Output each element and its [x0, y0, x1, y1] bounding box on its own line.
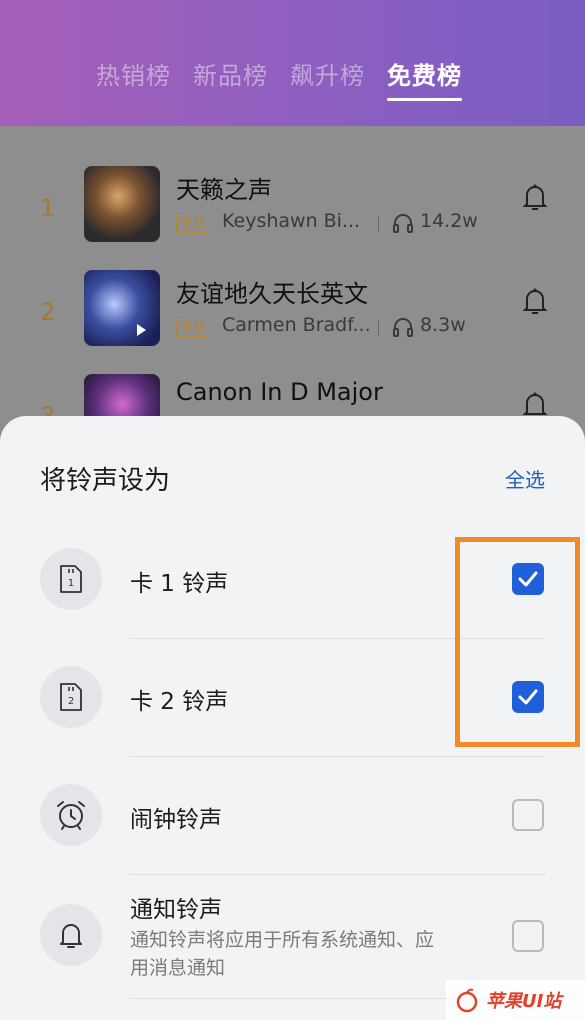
- headphones-icon: [393, 318, 413, 337]
- chart-tabs: 热销榜 新品榜 飙升榜 免费榜: [96, 56, 462, 101]
- tab-new[interactable]: 新品榜: [193, 56, 268, 101]
- set-ringtone-bell-icon[interactable]: [518, 284, 552, 318]
- set-ringtone-bell-icon[interactable]: [518, 180, 552, 214]
- alarm-checkbox[interactable]: [512, 799, 544, 831]
- artist-name: Carmen Bradf...: [222, 314, 371, 336]
- sheet-title: 将铃声设为: [40, 466, 171, 496]
- option-label: 闹钟铃声: [130, 807, 222, 833]
- album-cover: [84, 270, 160, 346]
- alarm-clock-glyph: [57, 801, 85, 830]
- play-count: 14.2w: [420, 210, 478, 232]
- artist-name: Keyshawn Bi...: [222, 210, 361, 232]
- sim-card-2-glyph: 2: [60, 683, 82, 711]
- headphones-icon: [393, 214, 413, 233]
- song-title: 友谊地久天长英文: [176, 280, 368, 308]
- bell-glyph: [60, 924, 82, 948]
- option-label: 通知铃声: [130, 897, 222, 923]
- song-row[interactable]: 1 天籁之声 免费 Keyshawn Bi... 14.2w: [0, 166, 585, 270]
- play-icon: [137, 324, 146, 336]
- free-badge: 免费: [176, 317, 211, 337]
- divider: [130, 756, 546, 757]
- tab-free[interactable]: 免费榜: [387, 56, 462, 101]
- rank-number: 1: [40, 194, 56, 222]
- song-title: Canon In D Major: [176, 378, 383, 406]
- sim-card-1-glyph: 1: [60, 565, 82, 593]
- sim-number: 1: [68, 578, 74, 589]
- option-description: 通知铃声将应用于所有系统通知、应用消息通知: [130, 929, 435, 979]
- chart-header: 热销榜 新品榜 飙升榜 免费榜: [0, 0, 585, 126]
- option-label: 卡 2 铃声: [130, 689, 229, 715]
- divider: [130, 874, 546, 875]
- song-row[interactable]: 2 友谊地久天长英文 免费 Carmen Bradf... 8.3w: [0, 270, 585, 374]
- annotation-highlight-box: [455, 537, 580, 747]
- alarm-clock-icon: [40, 784, 102, 846]
- song-title: 天籁之声: [176, 176, 272, 204]
- divider: [378, 216, 379, 232]
- play-count: 8.3w: [420, 314, 466, 336]
- song-list: 1 天籁之声 免费 Keyshawn Bi... 14.2w 2 友谊地久天长英…: [0, 126, 585, 450]
- sim-card-1-icon: 1: [40, 548, 102, 610]
- tab-hot-sales[interactable]: 热销榜: [96, 56, 171, 101]
- apple-logo-icon: [456, 988, 478, 1013]
- watermark-text: 苹果UI站: [486, 991, 562, 1012]
- sim-card-2-icon: 2: [40, 666, 102, 728]
- divider: [378, 320, 379, 336]
- notification-checkbox[interactable]: [512, 920, 544, 952]
- bell-icon: [40, 904, 102, 966]
- select-all-button[interactable]: 全选: [505, 464, 545, 493]
- option-label: 卡 1 铃声: [130, 571, 229, 597]
- tab-rising[interactable]: 飙升榜: [290, 56, 365, 101]
- album-cover: [84, 166, 160, 242]
- free-badge: 免费: [176, 213, 211, 233]
- rank-number: 2: [40, 298, 56, 326]
- watermark: 苹果UI站: [446, 980, 585, 1020]
- sim-number: 2: [68, 696, 74, 707]
- option-alarm-ringtone[interactable]: 闹钟铃声: [0, 782, 585, 872]
